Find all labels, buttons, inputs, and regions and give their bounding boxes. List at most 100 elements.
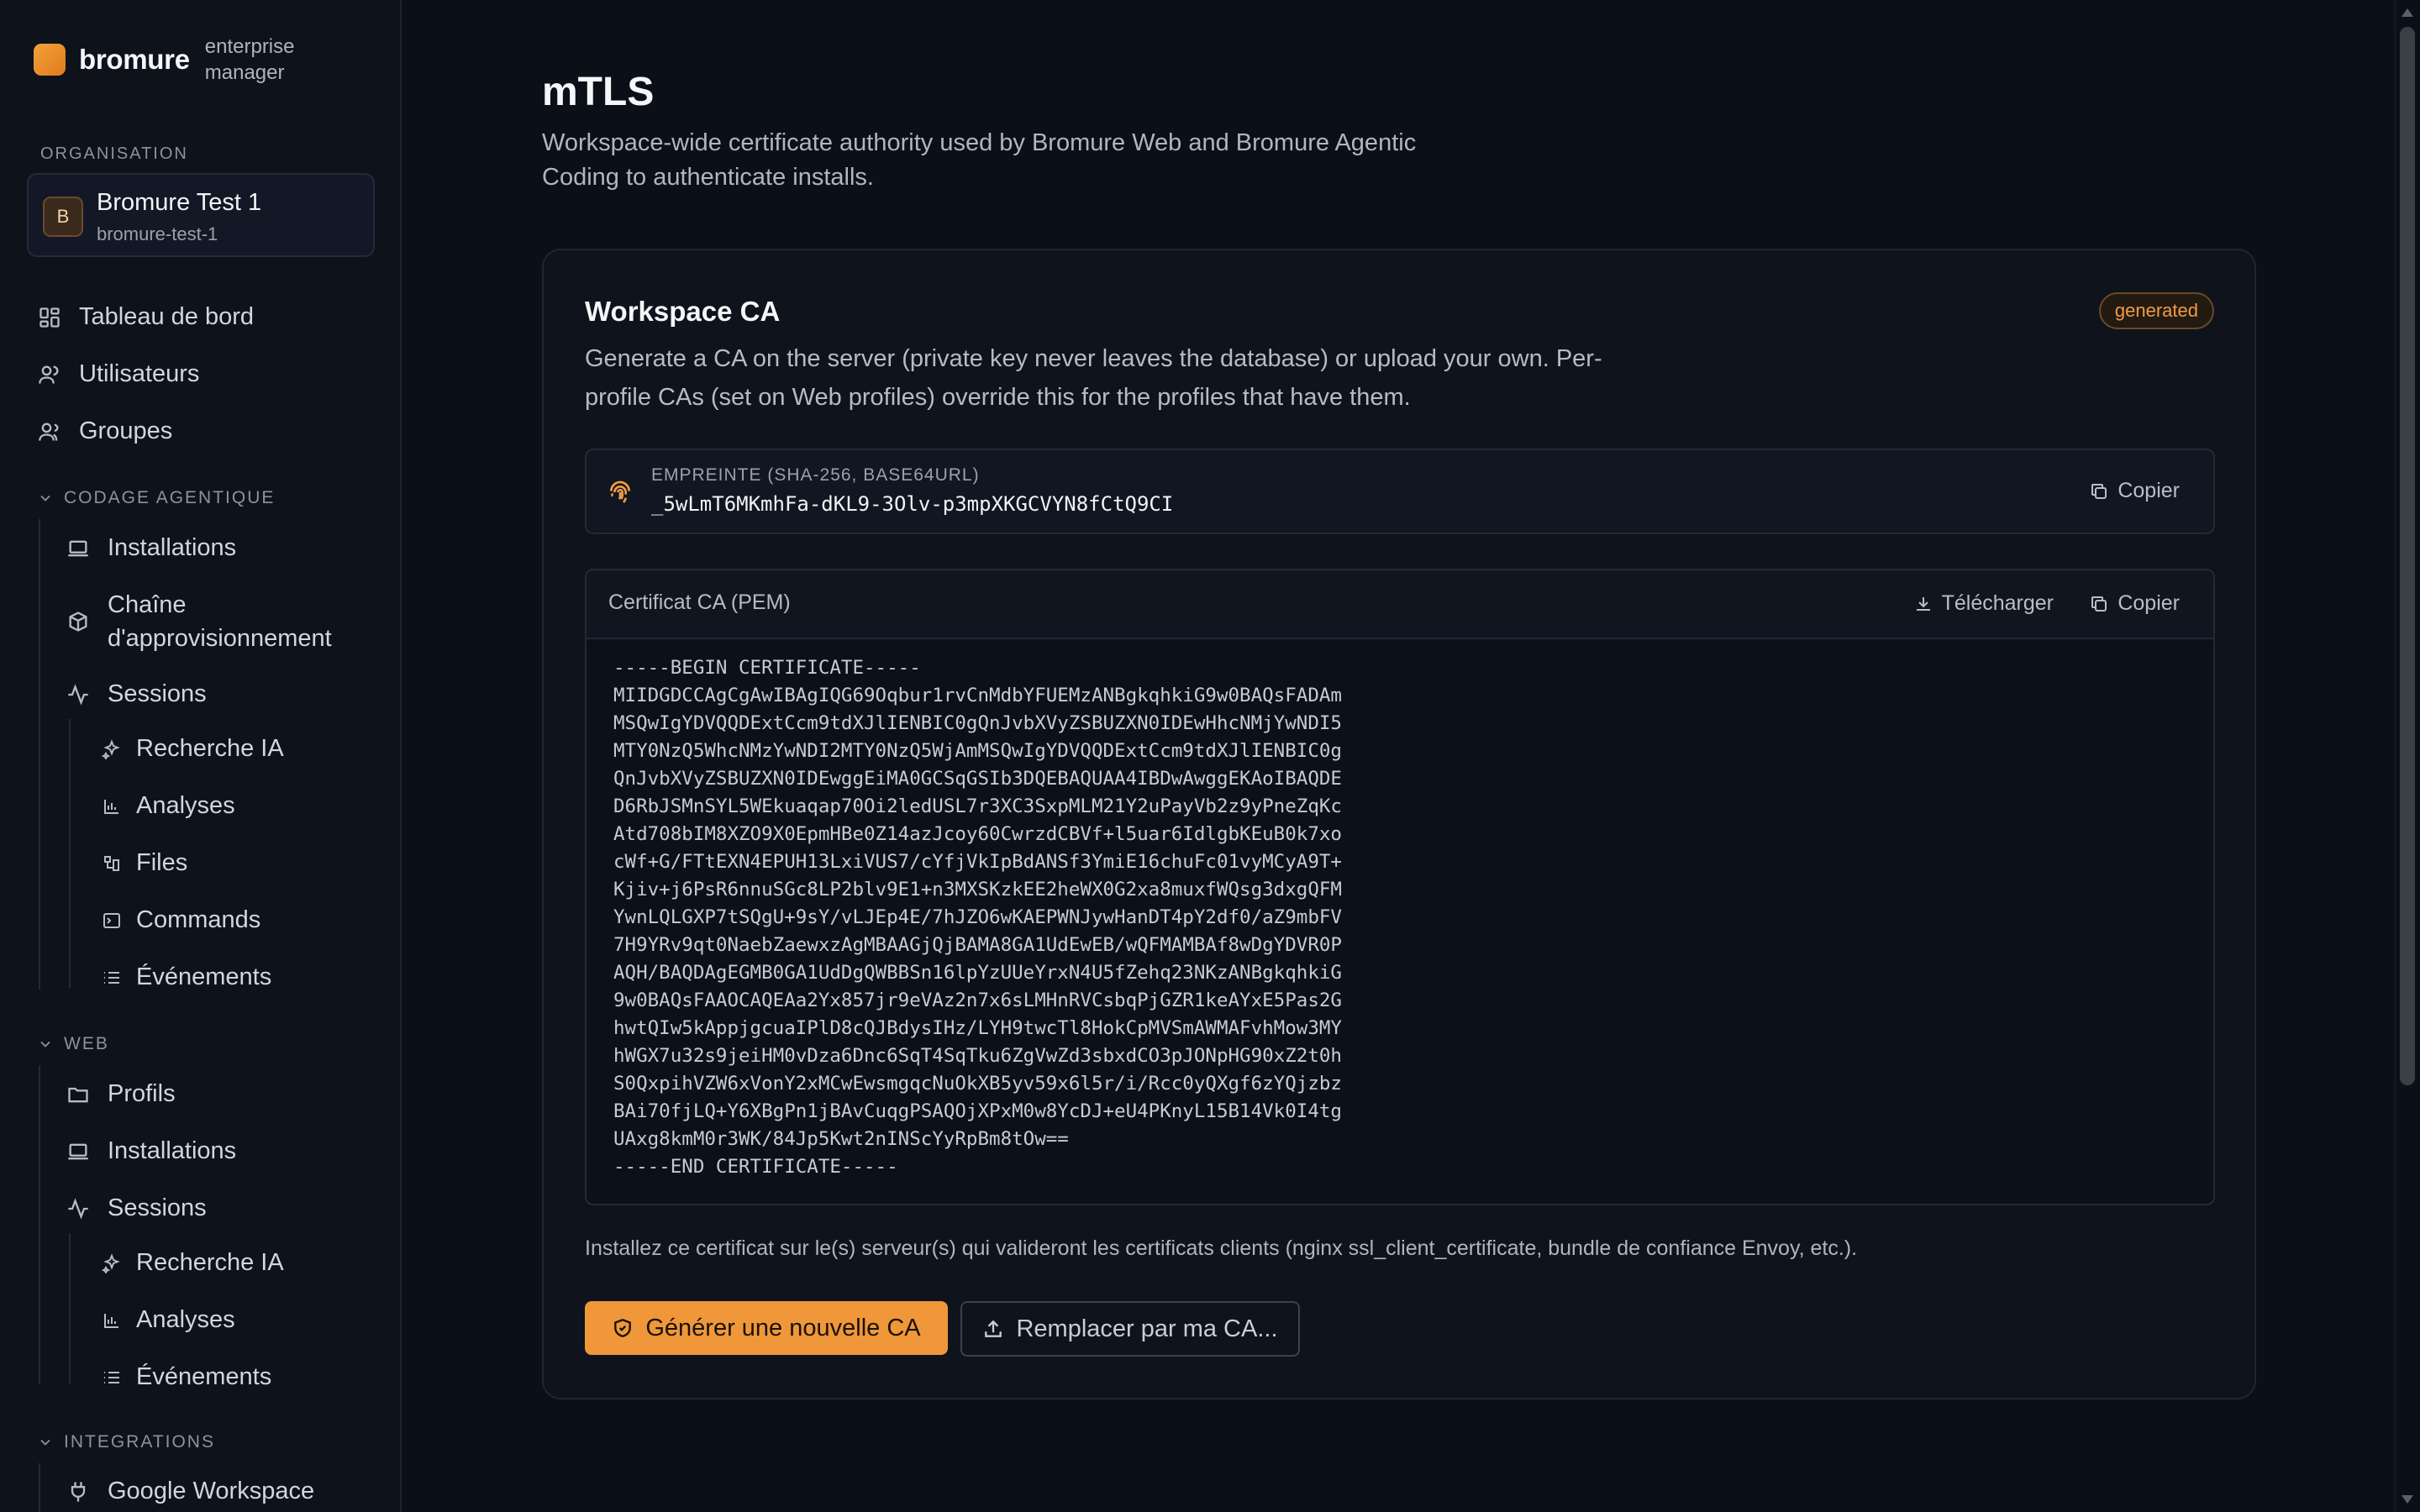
upload-icon <box>985 1320 1002 1337</box>
nav-web-profiles-label: Profils <box>108 1080 176 1107</box>
nav-coding-events-label: Événements <box>136 963 272 990</box>
shield-icon <box>614 1318 632 1337</box>
nav-coding-sessions-label: Sessions <box>108 680 207 707</box>
nav-web-installations-label: Installations <box>108 1137 237 1164</box>
nav-users-label: Utilisateurs <box>79 360 200 387</box>
copy-icon <box>2091 483 2107 499</box>
generate-ca-label: Générer une nouvelle CA <box>645 1314 921 1341</box>
nav-coding-analyses-label: Analyses <box>136 792 235 819</box>
nav-coding-installations[interactable]: Installations <box>66 534 236 562</box>
nav-web-analyses-label: Analyses <box>136 1306 235 1333</box>
nav-web-profiles[interactable]: Profils <box>66 1080 176 1108</box>
nav-groups-label: Groupes <box>79 417 173 444</box>
sparkles-icon <box>99 1251 124 1276</box>
chevron-down-icon <box>40 1041 50 1047</box>
nav-coding-commands-label: Commands <box>136 906 261 933</box>
nav-web-sessions-label: Sessions <box>108 1194 207 1221</box>
pem-header: Certificat CA (PEM) Télécharger Copier <box>587 570 2213 639</box>
nav-web-analyses[interactable]: Analyses <box>99 1306 235 1334</box>
nav-coding-ai-search-label: Recherche IA <box>136 735 284 762</box>
nav-coding-supply-chain-label: Chaîne d'approvisionnement <box>108 591 332 652</box>
page-title: mTLS <box>542 70 655 114</box>
nav-coding-files[interactable]: Files <box>99 849 187 877</box>
laptop-icon <box>66 1139 91 1164</box>
card-title: Workspace CA <box>585 296 781 327</box>
copy-pem-button[interactable]: Copier <box>2089 591 2180 616</box>
install-note: Installez ce certificat sur le(s) serveu… <box>585 1236 1858 1260</box>
list-icon <box>99 965 124 990</box>
fingerprint-icon <box>607 479 634 506</box>
laptop-icon <box>66 536 91 561</box>
chevron-down-icon <box>40 1439 50 1446</box>
fingerprint-value: _5wLmT6MKmhFa-dKL9-3Olv-p3mpXKGCVYN8fCtQ… <box>651 492 1174 516</box>
nav-coding-files-label: Files <box>136 849 188 876</box>
replace-ca-label: Remplacer par ma CA... <box>1016 1315 1278 1342</box>
org-avatar: B <box>43 197 83 237</box>
list-icon <box>99 1365 124 1390</box>
scroll-down-arrow[interactable] <box>2402 1495 2413 1504</box>
workspace-ca-card: Workspace CA generated Generate a CA on … <box>542 249 2256 1399</box>
group-integrations-toggle[interactable]: INTEGRATIONS <box>37 1432 215 1452</box>
nav-dashboard[interactable]: Tableau de bord <box>37 303 254 331</box>
dashboard-icon <box>37 305 62 330</box>
bar-chart-icon <box>99 794 124 819</box>
sidebar: bromure enterprise manager ORGANISATION … <box>0 0 402 1512</box>
brand-name: bromure <box>79 44 190 75</box>
org-slug: bromure-test-1 <box>97 223 218 244</box>
pem-content[interactable]: -----BEGIN CERTIFICATE----- MIIDGDCCAgCg… <box>613 654 2193 1181</box>
nav-coding-supply-chain[interactable]: Chaîne d'approvisionnement <box>66 588 360 655</box>
nav-google-workspace-label: Google Workspace <box>108 1478 315 1504</box>
group-web-guide <box>39 1065 40 1384</box>
nav-coding-commands[interactable]: Commands <box>99 906 260 934</box>
nav-web-events-label: Événements <box>136 1363 272 1390</box>
scroll-up-arrow[interactable] <box>2402 8 2413 17</box>
copy-fingerprint-button[interactable]: Copier <box>2089 479 2180 503</box>
groups-icon <box>37 419 62 444</box>
nav-coding-sessions[interactable]: Sessions <box>66 680 207 708</box>
coding-sessions-guide <box>69 719 71 988</box>
generate-ca-button[interactable]: Générer une nouvelle CA <box>585 1301 948 1355</box>
copy-pem-label: Copier <box>2118 591 2180 615</box>
replace-ca-button[interactable]: Remplacer par ma CA... <box>960 1301 1300 1357</box>
nav-web-ai-search-label: Recherche IA <box>136 1249 284 1276</box>
terminal-icon <box>99 908 124 933</box>
nav-web-installations[interactable]: Installations <box>66 1137 236 1165</box>
card-description: Generate a CA on the server (private key… <box>585 345 1602 411</box>
activity-icon <box>66 682 91 707</box>
brand-logo <box>34 44 66 76</box>
group-coding-label: CODAGE AGENTIQUE <box>64 488 276 507</box>
sparkles-icon <box>99 737 124 762</box>
pem-certificate-box: Certificat CA (PEM) Télécharger Copier -… <box>585 569 2215 1205</box>
nav-coding-analyses[interactable]: Analyses <box>99 792 235 820</box>
nav-web-ai-search[interactable]: Recherche IA <box>99 1249 284 1277</box>
files-icon <box>99 851 124 876</box>
page-description: Workspace-wide certificate authority use… <box>542 129 1417 191</box>
nav-google-workspace[interactable]: Google Workspace <box>66 1478 314 1505</box>
group-coding-toggle[interactable]: CODAGE AGENTIQUE <box>37 488 275 508</box>
fingerprint-label: EMPREINTE (SHA-256, BASE64URL) <box>651 465 980 485</box>
plug-icon <box>66 1479 91 1504</box>
nav-coding-events[interactable]: Événements <box>99 963 271 991</box>
download-pem-label: Télécharger <box>1941 591 2054 615</box>
folder-icon <box>66 1082 91 1107</box>
nav-web-events[interactable]: Événements <box>99 1363 271 1391</box>
download-pem-button[interactable]: Télécharger <box>1913 591 2054 616</box>
org-switcher[interactable]: B Bromure Test 1 bromure-test-1 <box>27 173 375 257</box>
nav-coding-ai-search[interactable]: Recherche IA <box>99 735 284 763</box>
org-section-label: ORGANISATION <box>40 144 188 163</box>
scrollbar[interactable] <box>2395 0 2420 1512</box>
status-badge: generated <box>2098 292 2214 329</box>
group-web-toggle[interactable]: WEB <box>37 1034 109 1054</box>
group-web-label: WEB <box>64 1034 109 1053</box>
group-integrations-guide <box>39 1463 40 1512</box>
fingerprint-box: EMPREINTE (SHA-256, BASE64URL) _5wLmT6MK… <box>585 449 2215 534</box>
org-name: Bromure Test 1 <box>97 189 262 216</box>
package-icon <box>66 609 91 634</box>
nav-users[interactable]: Utilisateurs <box>37 360 199 388</box>
group-integrations-label: INTEGRATIONS <box>64 1432 215 1452</box>
nav-web-sessions[interactable]: Sessions <box>66 1194 207 1222</box>
nav-groups[interactable]: Groupes <box>37 417 172 445</box>
users-icon <box>37 362 62 387</box>
brand[interactable]: bromure enterprise manager <box>34 34 314 86</box>
scroll-thumb[interactable] <box>2400 27 2415 1085</box>
